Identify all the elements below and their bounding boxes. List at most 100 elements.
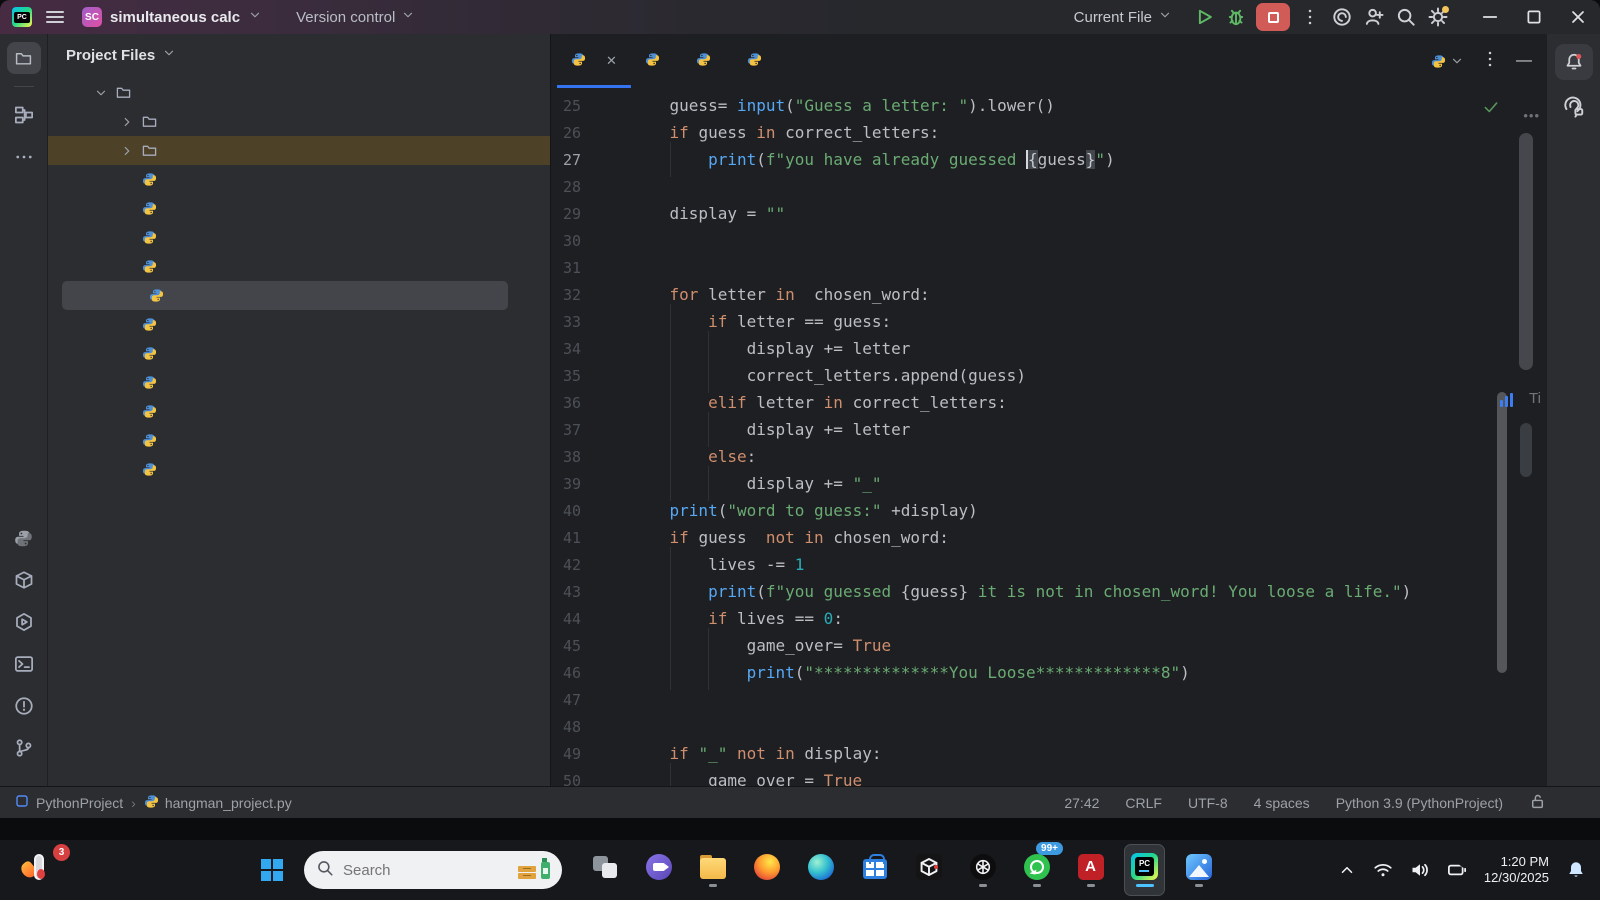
tool-stripe-services-icon[interactable] — [7, 606, 41, 638]
caret-position-widget[interactable]: 27:42 — [1064, 795, 1099, 811]
ai-chat-icon[interactable] — [1557, 92, 1591, 122]
tree-item-.venv[interactable] — [48, 136, 550, 165]
tree-item-project2.py[interactable] — [48, 455, 550, 484]
chevron-right-icon[interactable] — [116, 144, 138, 158]
hidden-tabs-button[interactable] — [1431, 54, 1464, 69]
line-number: 38 — [562, 447, 581, 466]
main-menu-button[interactable] — [46, 11, 64, 23]
tool-stripe-terminal-icon[interactable] — [7, 648, 41, 680]
line-content: if guess in correct_letters: — [669, 123, 940, 142]
settings-button[interactable] — [1422, 3, 1454, 31]
close-button[interactable] — [1556, 0, 1600, 34]
lock-icon[interactable] — [1529, 793, 1546, 813]
chevron-down-icon[interactable] — [90, 86, 112, 100]
python-file-icon — [138, 346, 160, 361]
encoding-widget[interactable]: UTF-8 — [1188, 795, 1228, 811]
search-input[interactable] — [343, 861, 473, 879]
run-configuration-selector[interactable]: Current File — [1074, 8, 1172, 26]
maximize-button[interactable] — [1512, 0, 1556, 34]
code-with-me-button[interactable] — [1358, 3, 1390, 31]
ai-assistant-button[interactable] — [1326, 3, 1358, 31]
taskbar-app-file-explorer[interactable] — [692, 844, 733, 896]
tree-item-island-project.py[interactable] — [48, 339, 550, 368]
taskbar-app-pycharm[interactable]: PC — [1124, 844, 1165, 896]
vcs-widget[interactable]: Version control — [296, 8, 415, 26]
notifications-button[interactable] — [1554, 44, 1593, 80]
taskbar-weather-widget[interactable]: 3 — [18, 844, 70, 890]
close-tab-icon[interactable]: ✕ — [606, 53, 617, 69]
taskbar-app-firefox[interactable] — [746, 844, 787, 896]
tree-item-grade.py[interactable] — [48, 223, 550, 252]
hide-editor-icon[interactable]: — — [1516, 52, 1532, 70]
taskbar-app-cube-app[interactable] — [908, 844, 949, 896]
tree-item-hangman-words.py[interactable] — [48, 310, 550, 339]
whatsapp-icon — [1023, 853, 1050, 880]
breadcrumb-file[interactable]: hangman_project.py — [144, 794, 292, 812]
tree-item-hangman-project.py[interactable] — [62, 281, 508, 310]
editor-tab-hangman_art.py[interactable] — [682, 34, 733, 88]
code-line-27: 27 print(f"you have already guessed {gues… — [551, 142, 1546, 177]
run-button[interactable] — [1188, 3, 1220, 31]
taskbar-app-whatsapp[interactable]: 99+ — [1016, 842, 1063, 896]
more-actions-button[interactable] — [1294, 3, 1326, 31]
breadcrumb-module[interactable]: PythonProject — [14, 793, 123, 812]
wifi-icon[interactable] — [1373, 860, 1393, 880]
line-separator-widget[interactable]: CRLF — [1125, 795, 1162, 811]
project-panel-header[interactable]: Project Files — [48, 34, 550, 76]
editor-options-icon[interactable] — [1480, 49, 1500, 74]
taskbar-app-edge[interactable] — [800, 844, 841, 896]
tray-chevron-icon[interactable] — [1338, 861, 1356, 879]
editor-scrollbar-thumb[interactable] — [1519, 133, 1533, 370]
inspections-ok-icon[interactable] — [1482, 98, 1500, 121]
clock-widget[interactable]: 1:20 PM 12/30/2025 — [1484, 854, 1549, 886]
chevron-down-icon — [162, 46, 176, 64]
project-widget[interactable]: SC simultaneous calc — [82, 7, 262, 27]
code-line-42: 42 lives -= 1 — [551, 547, 1546, 582]
volume-icon[interactable] — [1410, 860, 1430, 880]
tree-item-hangman-art.py[interactable] — [48, 252, 550, 281]
minimize-button[interactable] — [1468, 0, 1512, 34]
python-file-icon — [138, 404, 160, 419]
tool-stripe-problems-icon[interactable] — [7, 690, 41, 722]
search-everywhere-button[interactable] — [1390, 3, 1422, 31]
taskbar-app-task-view[interactable] — [584, 844, 625, 896]
bar-chart-icon[interactable] — [1500, 393, 1513, 407]
tree-item-main.py[interactable] — [48, 368, 550, 397]
line-content: for letter in chosen_word: — [669, 285, 930, 304]
code-editor[interactable]: 25 guess= input("Guess a letter: ").lower… — [551, 88, 1546, 786]
interpreter-widget[interactable]: Python 3.9 (PythonProject) — [1336, 795, 1503, 811]
indent-widget[interactable]: 4 spaces — [1254, 795, 1310, 811]
battery-icon[interactable] — [1447, 860, 1467, 880]
tool-stripe-version-control-icon[interactable] — [7, 732, 41, 764]
taskbar-app-acrobat[interactable]: A — [1070, 844, 1111, 896]
tree-item-password-generator.py[interactable] — [48, 397, 550, 426]
tool-stripe-more-tool-windows-icon[interactable] — [7, 141, 41, 173]
editor-scrollbar-secondary[interactable] — [1497, 392, 1507, 673]
inspections-more-icon[interactable]: ••• — [1523, 108, 1540, 123]
taskbar-search-box[interactable] — [304, 851, 562, 889]
taskbar-app-microsoft-store[interactable] — [854, 844, 895, 896]
code-line-31: 31 — [551, 254, 1546, 281]
tree-item-pythonproject[interactable] — [48, 78, 550, 107]
taskbar-app-chatgpt[interactable] — [962, 844, 1003, 896]
tool-stripe-python-packages-icon[interactable] — [7, 522, 41, 554]
notification-bell-icon[interactable] — [1566, 860, 1586, 880]
taskbar-app-photos[interactable] — [1178, 844, 1219, 896]
tree-item-calculator.py[interactable] — [48, 194, 550, 223]
chevron-right-icon[interactable] — [116, 115, 138, 129]
debug-button[interactable] — [1220, 3, 1252, 31]
tool-stripe-structure-icon[interactable] — [7, 99, 41, 131]
tree-item-.idea[interactable] — [48, 107, 550, 136]
start-button[interactable] — [252, 850, 292, 890]
tool-stripe-project-icon[interactable] — [6, 42, 41, 74]
editor-tab-hangman_project.py[interactable]: ✕ — [557, 34, 631, 88]
editor-scrollbar-marker[interactable] — [1520, 423, 1532, 477]
tree-item-project1.py[interactable] — [48, 426, 550, 455]
editor-tab-project2.py[interactable] — [733, 34, 784, 88]
tool-stripe-python-console-icon[interactable] — [7, 564, 41, 596]
tree-item-caeser-cipher-1.py[interactable] — [48, 165, 550, 194]
stop-button[interactable] — [1256, 3, 1290, 31]
taskbar-app-video-app[interactable] — [638, 844, 679, 896]
line-number: 44 — [562, 609, 581, 628]
editor-tab-hangman_words.py[interactable] — [631, 34, 682, 88]
